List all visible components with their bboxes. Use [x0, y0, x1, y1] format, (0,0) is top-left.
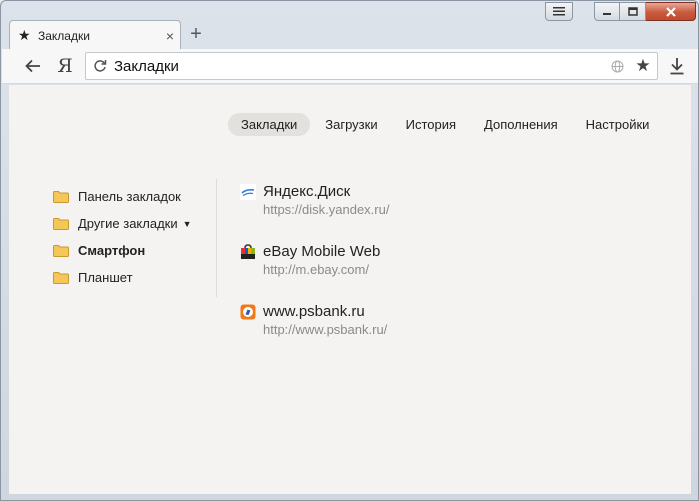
minimize-icon [603, 12, 611, 15]
bookmark-title: www.psbank.ru [263, 303, 365, 320]
reload-icon [94, 60, 107, 72]
folder-list: Панель закладок Другие закладки ▼ Смартф… [53, 183, 192, 291]
bookmark-item[interactable]: Яндекс.Диск https://disk.yandex.ru/ [240, 182, 389, 242]
maximize-icon [627, 7, 638, 16]
tab-title: Закладки [38, 28, 90, 43]
column-divider [216, 179, 217, 297]
yandex-button[interactable]: Я [54, 55, 76, 77]
reload-button[interactable] [86, 59, 114, 73]
tab-close-icon[interactable]: × [160, 28, 180, 44]
bookmark-item[interactable]: eBay Mobile Web http://m.ebay.com/ [240, 242, 389, 302]
yandex-disk-icon [240, 184, 256, 200]
bookmark-url: https://disk.yandex.ru/ [263, 202, 390, 217]
bookmarks-page: Закладки Загрузки История Дополнения Нас… [9, 85, 691, 494]
bookmark-title: eBay Mobile Web [263, 243, 381, 260]
maximize-button[interactable] [620, 2, 646, 21]
page-nav: Закладки Загрузки История Дополнения Нас… [228, 113, 664, 136]
new-tab-button[interactable]: + [185, 23, 207, 45]
browser-window: ★ Закладки × + Я Закладки ★ Закладки Заг… [0, 0, 699, 501]
folder-other-bookmarks[interactable]: Другие закладки ▼ [53, 210, 192, 237]
folder-label: Смартфон [78, 243, 146, 258]
close-icon [665, 6, 676, 17]
star-icon: ★ [18, 27, 31, 43]
folder-icon [53, 190, 69, 203]
bookmark-item[interactable]: www.psbank.ru http://www.psbank.ru/ [240, 302, 389, 362]
menu-icon [553, 7, 565, 16]
download-icon [670, 58, 684, 75]
minimize-button[interactable] [594, 2, 620, 21]
globe-icon [611, 60, 623, 72]
downloads-button[interactable] [666, 55, 688, 77]
nav-downloads[interactable]: Загрузки [312, 113, 390, 136]
folder-label: Планшет [78, 270, 133, 285]
address-bar[interactable]: Закладки ★ [85, 52, 658, 80]
psbank-icon [240, 304, 256, 320]
tab-bookmarks[interactable]: ★ Закладки × [9, 20, 181, 50]
folder-label: Другие закладки [78, 216, 178, 231]
close-window-button[interactable] [646, 2, 696, 21]
ebay-icon [241, 244, 255, 259]
folder-tablet[interactable]: Планшет [53, 264, 192, 291]
bookmark-url: http://m.ebay.com/ [263, 262, 369, 277]
folder-smartphone[interactable]: Смартфон [53, 237, 192, 264]
bookmark-title: Яндекс.Диск [263, 183, 351, 200]
nav-history[interactable]: История [393, 113, 469, 136]
caret-down-icon[interactable]: ▼ [183, 219, 192, 229]
bookmark-list: Яндекс.Диск https://disk.yandex.ru/ eBay… [240, 182, 389, 362]
toolbar: Я Закладки ★ [2, 49, 698, 84]
address-text: Закладки [114, 57, 179, 75]
folder-icon [53, 271, 69, 284]
folder-label: Панель закладок [78, 189, 181, 204]
folder-icon [53, 244, 69, 257]
window-controls [594, 2, 696, 21]
nav-settings[interactable]: Настройки [573, 113, 663, 136]
folder-icon [53, 217, 69, 230]
back-button[interactable] [22, 55, 44, 77]
window-menu-button[interactable] [545, 2, 573, 21]
bookmark-star-icon[interactable]: ★ [629, 56, 657, 76]
folder-bookmarks-bar[interactable]: Панель закладок [53, 183, 192, 210]
nav-bookmarks[interactable]: Закладки [228, 113, 311, 136]
protect-button[interactable] [605, 60, 629, 73]
yandex-logo-icon: Я [57, 55, 73, 77]
bookmark-url: http://www.psbank.ru/ [263, 322, 388, 337]
nav-extensions[interactable]: Дополнения [471, 113, 571, 136]
back-arrow-icon [25, 59, 40, 73]
